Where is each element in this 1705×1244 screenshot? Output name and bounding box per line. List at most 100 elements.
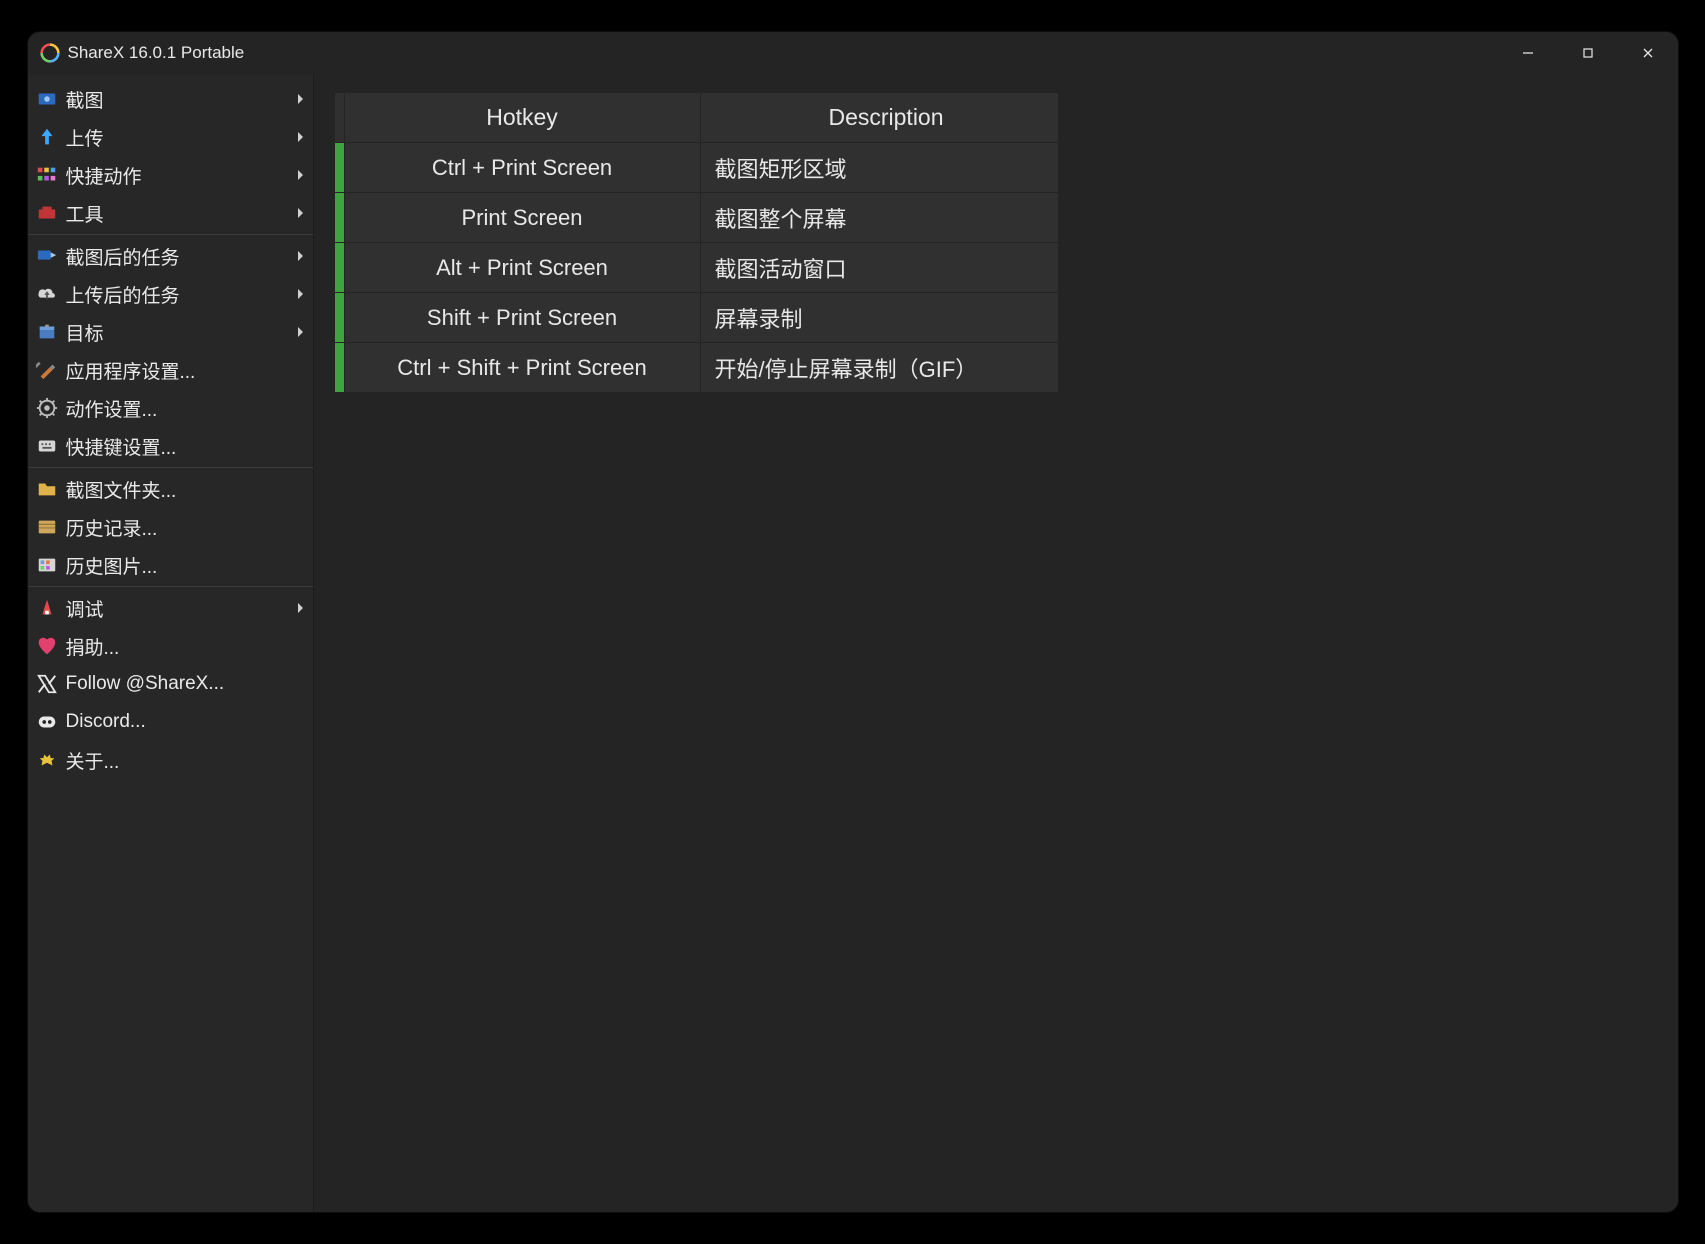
sidebar-item-label: 捐助... [66, 633, 303, 660]
minimize-button[interactable] [1498, 32, 1558, 74]
sidebar-item-label: 截图文件夹... [66, 476, 303, 503]
window-title: ShareX 16.0.1 Portable [68, 43, 245, 63]
sidebar-item-destinations[interactable]: 目标 [28, 313, 313, 351]
sidebar-item-label: 截图 [66, 86, 298, 113]
sidebar-item-debug[interactable]: 调试 [28, 589, 313, 627]
window-controls [1498, 32, 1678, 74]
sidebar-item-label: 动作设置... [66, 395, 303, 422]
status-indicator [334, 193, 344, 243]
description-cell: 截图矩形区域 [700, 143, 1058, 193]
menu-group: 截图 上传 快捷动作 工具 [28, 78, 313, 235]
sidebar-item-image-history[interactable]: 历史图片... [28, 546, 313, 584]
sidebar-item-label: 目标 [66, 319, 298, 346]
table-row[interactable]: Shift + Print Screen 屏幕录制 [334, 293, 1058, 343]
chevron-right-icon [298, 132, 303, 142]
sidebar-item-capture[interactable]: 截图 [28, 80, 313, 118]
sidebar-item-label: 历史记录... [66, 514, 303, 541]
donate-icon [36, 635, 58, 657]
discord-icon [36, 711, 58, 733]
about-icon [36, 749, 58, 771]
sidebar-item-tools[interactable]: 工具 [28, 194, 313, 232]
sidebar-item-after-capture[interactable]: 截图后的任务 [28, 237, 313, 275]
menu-group: 截图后的任务 上传后的任务 目标 应用程序设置... [28, 235, 313, 468]
indicator-column-header [334, 93, 344, 143]
sidebar-item-screenshots-folder[interactable]: 截图文件夹... [28, 470, 313, 508]
close-button[interactable] [1618, 32, 1678, 74]
maximize-button[interactable] [1558, 32, 1618, 74]
sidebar-item-label: 上传后的任务 [66, 281, 298, 308]
sidebar-item-after-upload[interactable]: 上传后的任务 [28, 275, 313, 313]
chevron-right-icon [298, 327, 303, 337]
sidebar-item-label: 快捷键设置... [66, 433, 303, 460]
sidebar-item-app-settings[interactable]: 应用程序设置... [28, 351, 313, 389]
table-row[interactable]: Ctrl + Shift + Print Screen 开始/停止屏幕录制（GI… [334, 343, 1058, 393]
content-area: 截图 上传 快捷动作 工具 [28, 74, 1678, 1212]
status-indicator [334, 293, 344, 343]
status-indicator [334, 243, 344, 293]
after-capture-icon [36, 245, 58, 267]
sidebar-item-upload[interactable]: 上传 [28, 118, 313, 156]
sidebar-item-label: 关于... [66, 747, 303, 774]
app-icon [40, 43, 60, 63]
debug-icon [36, 597, 58, 619]
sidebar-item-label: Discord... [66, 711, 303, 733]
hotkey-table: Hotkey Description Ctrl + Print Screen 截… [334, 92, 1059, 393]
chevron-right-icon [298, 603, 303, 613]
hotkey-cell: Ctrl + Shift + Print Screen [344, 343, 700, 393]
sidebar-item-discord[interactable]: Discord... [28, 703, 313, 741]
hotkey-cell: Alt + Print Screen [344, 243, 700, 293]
sidebar: 截图 上传 快捷动作 工具 [28, 74, 314, 1212]
hotkey-cell: Shift + Print Screen [344, 293, 700, 343]
upload-icon [36, 126, 58, 148]
sidebar-item-label: Follow @ShareX... [66, 673, 303, 695]
history-icon [36, 516, 58, 538]
destinations-icon [36, 321, 58, 343]
table-row[interactable]: Ctrl + Print Screen 截图矩形区域 [334, 143, 1058, 193]
chevron-right-icon [298, 289, 303, 299]
description-cell: 开始/停止屏幕录制（GIF） [700, 343, 1058, 393]
sidebar-item-history[interactable]: 历史记录... [28, 508, 313, 546]
table-row[interactable]: Alt + Print Screen 截图活动窗口 [334, 243, 1058, 293]
image-history-icon [36, 554, 58, 576]
app-settings-icon [36, 359, 58, 381]
folder-icon [36, 478, 58, 500]
main-panel: Hotkey Description Ctrl + Print Screen 截… [314, 74, 1678, 1212]
sidebar-item-label: 调试 [66, 595, 298, 622]
app-window: ShareX 16.0.1 Portable 截图 [28, 32, 1678, 1212]
task-settings-icon [36, 397, 58, 419]
sidebar-item-label: 历史图片... [66, 552, 303, 579]
after-upload-icon [36, 283, 58, 305]
sidebar-item-label: 上传 [66, 124, 298, 151]
capture-icon [36, 88, 58, 110]
sidebar-item-label: 应用程序设置... [66, 357, 303, 384]
tools-icon [36, 202, 58, 224]
description-cell: 截图活动窗口 [700, 243, 1058, 293]
chevron-right-icon [298, 170, 303, 180]
twitter-icon [36, 673, 58, 695]
chevron-right-icon [298, 251, 303, 261]
titlebar[interactable]: ShareX 16.0.1 Portable [28, 32, 1678, 74]
chevron-right-icon [298, 94, 303, 104]
hotkey-cell: Ctrl + Print Screen [344, 143, 700, 193]
sidebar-item-hotkey-settings[interactable]: 快捷键设置... [28, 427, 313, 465]
table-header-row: Hotkey Description [334, 93, 1058, 143]
sidebar-item-about[interactable]: 关于... [28, 741, 313, 779]
hotkey-cell: Print Screen [344, 193, 700, 243]
chevron-right-icon [298, 208, 303, 218]
menu-group: 截图文件夹... 历史记录... 历史图片... [28, 468, 313, 587]
hotkey-settings-icon [36, 435, 58, 457]
description-cell: 截图整个屏幕 [700, 193, 1058, 243]
sidebar-item-workflow[interactable]: 快捷动作 [28, 156, 313, 194]
workflow-icon [36, 164, 58, 186]
table-row[interactable]: Print Screen 截图整个屏幕 [334, 193, 1058, 243]
sidebar-item-task-settings[interactable]: 动作设置... [28, 389, 313, 427]
sidebar-item-label: 工具 [66, 200, 298, 227]
sidebar-item-label: 截图后的任务 [66, 243, 298, 270]
description-column-header: Description [700, 93, 1058, 143]
status-indicator [334, 343, 344, 393]
description-cell: 屏幕录制 [700, 293, 1058, 343]
sidebar-item-donate[interactable]: 捐助... [28, 627, 313, 665]
sidebar-item-twitter[interactable]: Follow @ShareX... [28, 665, 313, 703]
status-indicator [334, 143, 344, 193]
menu-group: 调试 捐助... Follow @ShareX... Discord... [28, 587, 313, 781]
